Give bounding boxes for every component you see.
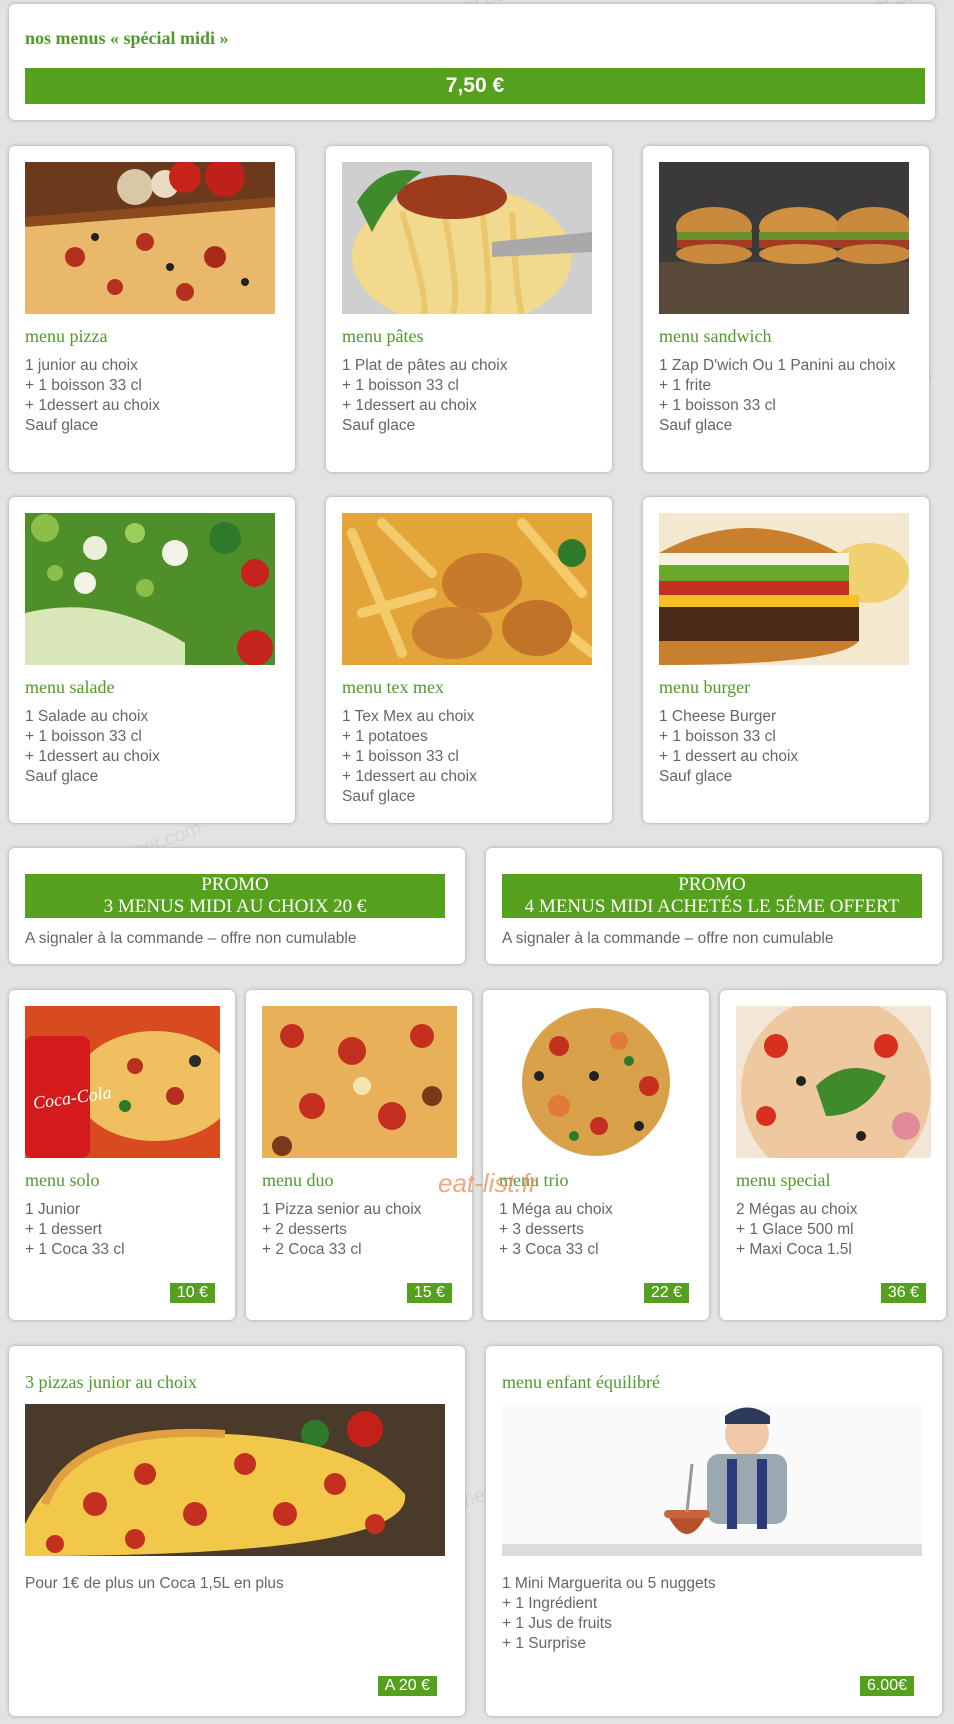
promo-note: A signaler à la commande – offre non cum… — [502, 930, 834, 947]
menu-title: menu enfant équilibré — [502, 1372, 660, 1392]
promo-card-5eme-offert: PROMO 4 MENUS MIDI ACHETÉS LE 5ÉME OFFER… — [486, 848, 942, 964]
menu-title: 3 pizzas junior au choix — [25, 1372, 197, 1392]
menu-description: 1 Cheese Burger + 1 boisson 33 cl + 1 des… — [659, 708, 799, 785]
menu-card-solo[interactable]: Coca-Cola menu solo 1 Junior + 1 dessert … — [9, 990, 235, 1320]
menu-card-special[interactable]: menu special 2 Mégas au choix + 1 Glace 5… — [720, 990, 946, 1320]
menu-description: Pour 1€ de plus un Coca 1,5L en plus — [25, 1575, 284, 1592]
menu-description: 1 Salade au choix + 1 boisson 33 cl + 1de… — [25, 708, 160, 785]
pepperoni-pizza-photo — [25, 1404, 445, 1556]
menu-card-pizza[interactable]: menu pizza 1 junior au choix + 1 boisson … — [9, 146, 295, 472]
promo-card-3-menus: PROMO 3 MENUS MIDI AU CHOIX 20 € A signa… — [9, 848, 465, 964]
promo-banner: PROMO 4 MENUS MIDI ACHETÉS LE 5ÉME OFFER… — [502, 874, 922, 918]
menu-card-sandwich[interactable]: menu sandwich 1 Zap D'wich Ou 1 Panini a… — [643, 146, 929, 472]
texmex-photo — [342, 513, 592, 665]
child-cooking-photo — [502, 1404, 922, 1556]
price-badge: 6.00€ — [859, 1676, 914, 1696]
salad-photo — [25, 513, 275, 665]
menu-card-trio[interactable]: menu trio 1 Méga au choix + 3 desserts + … — [483, 990, 709, 1320]
price-badge: A 20 € — [377, 1676, 437, 1696]
pizza-photo — [25, 162, 275, 314]
menu-title: menu pizza — [25, 326, 108, 346]
menu-description: 1 Pizza senior au choix + 2 desserts + 2 … — [262, 1201, 422, 1258]
menu-description: 2 Mégas au choix + 1 Glace 500 ml + Maxi … — [736, 1201, 858, 1258]
burger-photo — [659, 513, 909, 665]
menu-card-duo[interactable]: menu duo 1 Pizza senior au choix + 2 dess… — [246, 990, 472, 1320]
menu-card-salade[interactable]: menu salade 1 Salade au choix + 1 boisson… — [9, 497, 295, 823]
menu-title: menu sandwich — [659, 326, 772, 346]
pizza-basil-photo — [736, 1006, 931, 1158]
pizza-photo — [262, 1006, 457, 1158]
menu-description: 1 Tex Mex au choix + 1 potatoes + 1 boiss… — [342, 708, 477, 805]
menu-description: 1 Junior + 1 dessert + 1 Coca 33 cl — [25, 1201, 125, 1258]
promo-banner: PROMO 3 MENUS MIDI AU CHOIX 20 € — [25, 874, 445, 918]
price-badge: 36 € — [880, 1283, 926, 1303]
price-banner: 7,50 € — [25, 68, 925, 104]
menu-card-3-pizzas-junior[interactable]: 3 pizzas junior au choix Pour 1€ de plus… — [9, 1346, 465, 1716]
menu-card-enfant[interactable]: menu enfant équilibré 1 Mini Marguerita … — [486, 1346, 942, 1716]
pasta-photo — [342, 162, 592, 314]
menu-description: 1 Zap D'wich Ou 1 Panini au choix + 1 fri… — [659, 357, 896, 434]
menu-title: menu special — [736, 1170, 831, 1190]
promo-text: 3 MENUS MIDI AU CHOIX 20 € — [103, 896, 367, 917]
menu-card-burger[interactable]: menu burger 1 Cheese Burger + 1 boisson 3… — [643, 497, 929, 823]
promo-label: PROMO — [201, 874, 269, 895]
menu-card-pates[interactable]: menu pâtes 1 Plat de pâtes au choix + 1 b… — [326, 146, 612, 472]
menu-description: 1 Méga au choix + 3 desserts + 3 Coca 33 … — [499, 1201, 613, 1258]
menu-title: menu salade — [25, 677, 115, 697]
menu-description: 1 junior au choix + 1 boisson 33 cl + 1de… — [25, 357, 160, 434]
sandwich-photo — [659, 162, 909, 314]
menu-title: menu tex mex — [342, 677, 444, 697]
price-badge: 22 € — [643, 1283, 689, 1303]
menu-title: menu pâtes — [342, 326, 424, 346]
eat-list-watermark: eat-list.fr — [438, 1168, 538, 1198]
menu-description: 1 Mini Marguerita ou 5 nuggets + 1 Ingréd… — [502, 1575, 716, 1652]
page-title: nos menus « spécial midi » — [25, 28, 229, 48]
menu-title: menu burger — [659, 677, 751, 697]
promo-label: PROMO — [678, 874, 746, 895]
special-midi-header: nos menus « spécial midi » 7,50 € — [9, 4, 935, 120]
pizza-coca-photo: Coca-Cola — [25, 1006, 220, 1158]
price-badge: 10 € — [169, 1283, 215, 1303]
menu-title: menu solo — [25, 1170, 100, 1190]
price-badge: 15 € — [406, 1283, 452, 1303]
menu-card-tex-mex[interactable]: menu tex mex 1 Tex Mex au choix + 1 potat… — [326, 497, 612, 823]
pizza-photo — [499, 1006, 694, 1158]
promo-note: A signaler à la commande – offre non cum… — [25, 930, 357, 947]
promo-text: 4 MENUS MIDI ACHETÉS LE 5ÉME OFFERT — [524, 896, 900, 917]
menu-description: 1 Plat de pâtes au choix + 1 boisson 33 c… — [342, 357, 508, 434]
menu-title: menu duo — [262, 1170, 334, 1190]
